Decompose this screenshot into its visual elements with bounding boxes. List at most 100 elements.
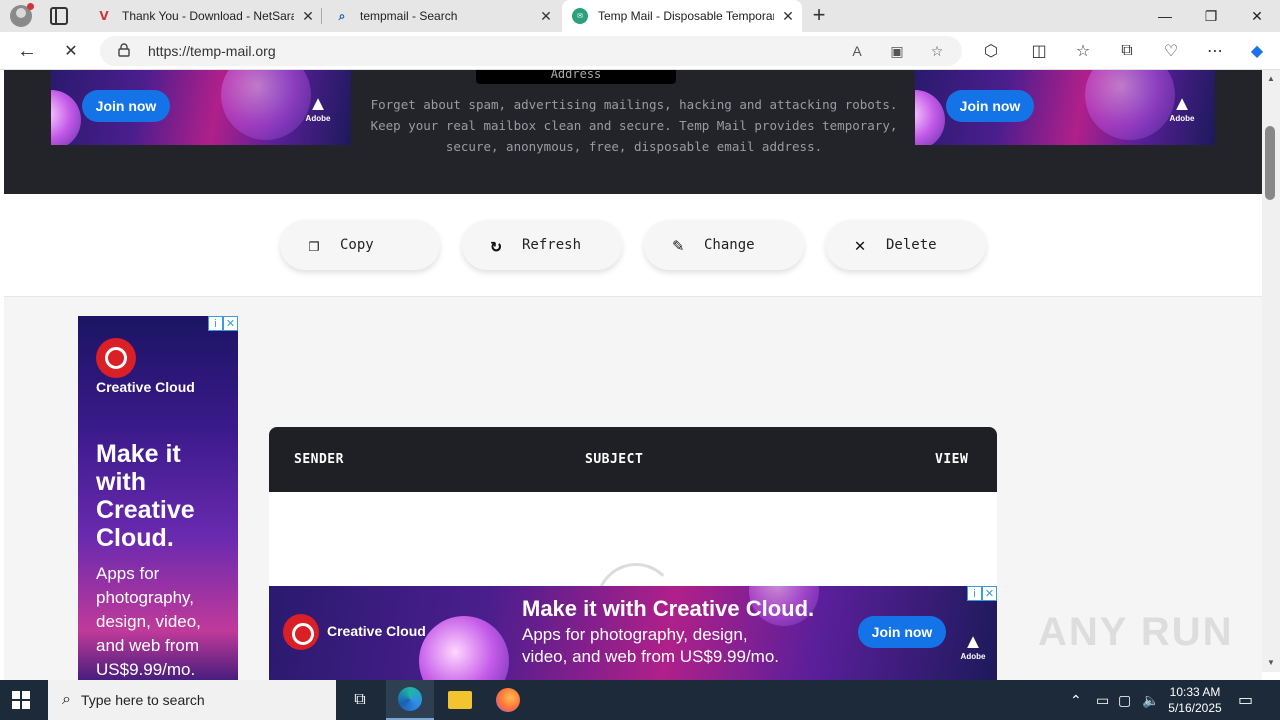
copilot-icon[interactable]: ◆ — [1244, 38, 1270, 64]
ad-close-icon[interactable]: ✕ — [982, 586, 997, 601]
tab-title: Temp Mail - Disposable Temporary Email — [598, 9, 774, 23]
top-left-ad[interactable]: Join now ▲ Adobe — [51, 70, 351, 145]
taskbar-search-placeholder: Type here to search — [80, 692, 205, 708]
adobe-logo-icon: ▲ Adobe — [305, 93, 331, 123]
read-aloud-icon[interactable]: A — [846, 40, 868, 62]
taskbar-clock[interactable]: 10:33 AM 5/16/2025 — [1160, 684, 1230, 716]
side-ad-headline: Make it with Creative Cloud. — [96, 440, 195, 552]
tab-tempmail[interactable]: ✉ Temp Mail - Disposable Temporary Email… — [562, 0, 802, 32]
inbox-table-header: SENDER SUBJECT VIEW — [269, 427, 997, 492]
tab-title: tempmail - Search — [360, 9, 458, 23]
side-ad-product: Creative Cloud — [96, 379, 195, 395]
delete-button[interactable]: ✕ Delete — [826, 220, 986, 270]
subject-column-header: SUBJECT — [585, 452, 644, 467]
tab-search[interactable]: ⌕ tempmail - Search ✕ — [324, 0, 560, 32]
clock-time: 10:33 AM — [1169, 685, 1221, 699]
close-tab-icon[interactable]: ✕ — [294, 8, 322, 25]
join-now-button[interactable]: Join now — [858, 616, 946, 648]
notification-dot — [27, 3, 34, 10]
refresh-button[interactable]: ↻ Refresh — [462, 220, 622, 270]
edge-taskbar-icon[interactable] — [386, 680, 434, 720]
profile-avatar-icon[interactable] — [10, 3, 34, 27]
ad-info-icon[interactable]: i — [967, 586, 982, 601]
copy-button[interactable]: ❐ Copy — [280, 220, 440, 270]
collections-icon[interactable]: ⧉ — [1114, 38, 1140, 64]
tray-overflow-icon[interactable]: ⌃ — [1070, 680, 1082, 720]
new-tab-icon[interactable]: + — [808, 4, 830, 28]
firefox-icon[interactable] — [484, 680, 532, 720]
change-label: Change — [704, 237, 755, 253]
favorites-icon[interactable]: ☆ — [1070, 38, 1096, 64]
bottom-ad-body: Apps for photography, design, video, and… — [522, 625, 780, 666]
copy-label: Copy — [340, 237, 374, 253]
sender-column-header: SENDER — [294, 452, 344, 467]
creative-cloud-logo-icon — [96, 338, 136, 378]
split-screen-icon[interactable]: ◫ — [1026, 38, 1052, 64]
close-tab-icon[interactable]: ✕ — [532, 8, 560, 25]
ad-choices[interactable]: i ✕ — [967, 586, 997, 601]
anyrun-watermark: ANY RUN — [1038, 610, 1234, 654]
tray-device-icon[interactable]: ▭ — [1096, 680, 1109, 720]
tab-actions-icon[interactable] — [50, 7, 68, 25]
address-label: Address — [476, 70, 676, 84]
restore-icon[interactable]: ❐ — [1188, 0, 1234, 32]
task-view-icon[interactable]: ⧉ — [336, 680, 384, 720]
scrollbar-thumb[interactable] — [1265, 126, 1275, 200]
adobe-logo-icon: ▲ Adobe — [1169, 93, 1195, 123]
tab-strip: ᐯ Thank You - Download - NetSarang ✕ ⌕ t… — [0, 0, 1280, 32]
search-icon: ⌕ — [62, 691, 71, 708]
hero-description: Forget about spam, advertising mailings,… — [370, 97, 898, 154]
bottom-ad-headline: Make it with Creative Cloud. — [522, 596, 815, 621]
bottom-ad[interactable]: i ✕ Creative Cloud Make it with Creative… — [269, 586, 997, 680]
clock-date: 5/16/2025 — [1168, 701, 1222, 715]
extensions-icon[interactable]: ⬡ — [978, 38, 1004, 64]
join-now-button[interactable]: Join now — [946, 90, 1034, 122]
ad-choices[interactable]: i ✕ — [208, 316, 238, 331]
netsarang-icon: ᐯ — [99, 9, 109, 23]
change-button[interactable]: ✎ Change — [644, 220, 804, 270]
view-column-header: VIEW — [935, 452, 969, 467]
page-scrollbar[interactable]: ▲ ▼ — [1262, 70, 1280, 672]
windows-taskbar: ⌕ Type here to search ⧉ ⌃ ▭ ▢ 🔈 10:33 AM… — [0, 680, 1280, 720]
browser-essentials-icon[interactable]: ♡ — [1158, 38, 1184, 64]
edit-icon: ✎ — [672, 234, 684, 256]
favorite-star-icon[interactable]: ☆ — [926, 40, 948, 62]
refresh-label: Refresh — [522, 237, 582, 253]
actions-bar: ❐ Copy ↻ Refresh ✎ Change ✕ Delete — [4, 194, 1262, 297]
notifications-icon[interactable]: ▭ — [1238, 680, 1253, 720]
scroll-up-icon[interactable]: ▲ — [1262, 74, 1280, 83]
immersive-reader-icon[interactable]: ▣ — [886, 40, 908, 62]
browser-toolbar: ← ✕ https://temp-mail.org A ▣ ☆ ⬡ ◫ ☆ ⧉ … — [0, 32, 1280, 70]
volume-icon[interactable]: 🔈 — [1142, 680, 1159, 720]
close-tab-icon[interactable]: ✕ — [774, 8, 802, 25]
side-ad-body: Apps for photography, design, video, and… — [96, 564, 201, 679]
bottom-ad-product: Creative Cloud — [327, 623, 426, 639]
refresh-icon: ↻ — [490, 234, 502, 256]
side-ad[interactable]: i ✕ Creative Cloud Make it with Creative… — [78, 316, 238, 680]
address-bar[interactable]: https://temp-mail.org A ▣ ☆ — [100, 36, 962, 66]
scroll-down-icon[interactable]: ▼ — [1262, 658, 1280, 667]
taskbar-search[interactable]: ⌕ Type here to search — [48, 680, 336, 720]
join-now-button[interactable]: Join now — [82, 90, 170, 122]
back-icon[interactable]: ← — [14, 38, 40, 64]
url-text[interactable]: https://temp-mail.org — [148, 43, 276, 59]
hero-section: Address Forget about spam, advertising m… — [4, 70, 1262, 194]
lock-icon[interactable] — [118, 43, 130, 57]
top-right-ad[interactable]: Join now ▲ Adobe — [915, 70, 1215, 145]
stop-loading-icon[interactable]: ✕ — [58, 38, 84, 64]
ad-close-icon[interactable]: ✕ — [223, 316, 238, 331]
network-icon[interactable]: ▢ — [1118, 680, 1131, 720]
copy-icon: ❐ — [308, 234, 320, 256]
close-window-icon[interactable]: ✕ — [1234, 0, 1280, 32]
delete-icon: ✕ — [854, 234, 866, 256]
delete-label: Delete — [886, 237, 937, 253]
file-explorer-icon[interactable] — [436, 680, 484, 720]
more-options-icon[interactable]: ⋯ — [1202, 38, 1228, 64]
page-viewport: Address Forget about spam, advertising m… — [0, 70, 1262, 680]
windows-start-icon[interactable] — [12, 691, 30, 709]
minimize-icon[interactable]: — — [1142, 0, 1188, 32]
search-icon: ⌕ — [338, 8, 346, 23]
ad-info-icon[interactable]: i — [208, 316, 223, 331]
adobe-logo-icon: ▲ Adobe — [960, 631, 986, 661]
tab-netsarang[interactable]: ᐯ Thank You - Download - NetSarang ✕ — [86, 0, 322, 32]
